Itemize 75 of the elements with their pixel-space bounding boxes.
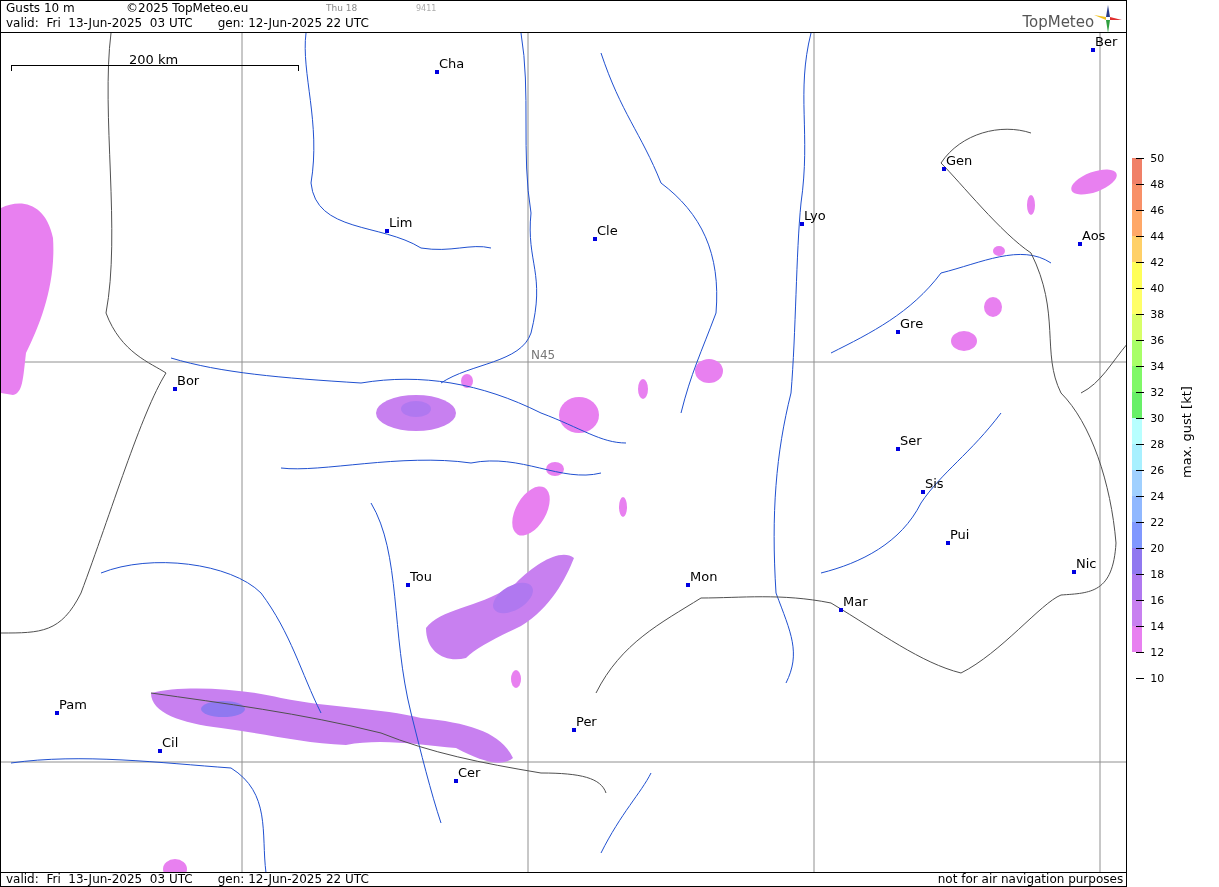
tick-mark [1136, 677, 1145, 679]
city-label: Bor [177, 372, 200, 389]
tick-mark [1136, 469, 1145, 471]
tick-mark [1136, 573, 1145, 575]
tick-label: 14 [1150, 619, 1165, 633]
tick-mark [1136, 599, 1145, 601]
logo-text: TopMeteo [1022, 12, 1095, 32]
tick-label: 50 [1150, 151, 1165, 165]
city-label: Cer [458, 764, 481, 781]
tick-mark [1136, 495, 1145, 497]
tick-label: 48 [1150, 177, 1165, 191]
tick-label: 12 [1150, 645, 1165, 659]
map-title: Gusts 10 m [6, 1, 76, 16]
code-label: 9411 [416, 3, 437, 15]
tick-mark [1136, 443, 1145, 445]
tick-mark [1136, 417, 1145, 419]
tick-mark [1136, 547, 1145, 549]
city-label: Lyo [804, 207, 826, 224]
valid-time: valid: Fri 13-Jun-2025 03 UTC [6, 873, 193, 886]
tick-label: 40 [1150, 281, 1165, 295]
tick-label: 24 [1150, 489, 1165, 503]
city-label: Mon [690, 568, 718, 585]
tick-mark [1136, 521, 1145, 523]
city-label: Mar [843, 593, 868, 610]
tick-mark [1136, 313, 1145, 315]
tick-mark [1136, 287, 1145, 289]
generated-time: gen: 12-Jun-2025 22 UTC [217, 16, 369, 31]
copyright-text: ©2025 TopMeteo.eu [126, 1, 250, 16]
city-label: Tou [410, 568, 432, 585]
city-label: Aos [1082, 227, 1106, 244]
city-label: Gen [946, 152, 973, 169]
tick-mark [1136, 183, 1145, 185]
city-label: Pui [950, 526, 970, 543]
city-label: Gre [900, 315, 924, 332]
tick-label: 44 [1150, 229, 1165, 243]
latitude-label: N45 [531, 347, 556, 362]
city-label: Sis [925, 475, 944, 492]
city-label: Cil [162, 734, 179, 751]
city-label: Ser [900, 432, 922, 449]
tick-mark [1136, 157, 1145, 159]
tick-mark [1136, 209, 1145, 211]
tick-label: 22 [1150, 515, 1165, 529]
tick-label: 26 [1150, 463, 1165, 477]
generated-time: gen: 12-Jun-2025 22 UTC [217, 873, 369, 886]
tick-mark [1136, 365, 1145, 367]
disclaimer-text: not for air navigation purposes [937, 873, 1125, 886]
tick-mark [1136, 339, 1145, 341]
day-label: Thu 18 [326, 2, 359, 15]
city-label: Nic [1076, 555, 1097, 572]
tick-label: 34 [1150, 359, 1165, 373]
city-label: Lim [389, 214, 413, 231]
scale-label: 200 km [129, 51, 179, 67]
tick-label: 28 [1150, 437, 1165, 451]
city-label: Cle [597, 222, 618, 239]
legend-title: max. gust [kt] [1179, 385, 1195, 478]
tick-label: 46 [1150, 203, 1165, 217]
tick-label: 30 [1150, 411, 1165, 425]
tick-label: 20 [1150, 541, 1165, 555]
tick-label: 10 [1150, 671, 1165, 685]
valid-time: valid: Fri 13-Jun-2025 03 UTC [6, 16, 193, 31]
tick-mark [1136, 651, 1145, 653]
city-label: Cha [439, 55, 465, 72]
tick-label: 16 [1150, 593, 1165, 607]
tick-mark [1136, 625, 1145, 627]
tick-label: 18 [1150, 567, 1165, 581]
city-label: Ber [1095, 33, 1118, 50]
tick-label: 36 [1150, 333, 1165, 347]
city-label: Pam [59, 696, 87, 713]
city-label: Per [576, 713, 597, 730]
tick-mark [1136, 235, 1145, 237]
tick-mark [1136, 391, 1145, 393]
tick-label: 42 [1150, 255, 1165, 269]
tick-label: 32 [1150, 385, 1165, 399]
tick-label: 38 [1150, 307, 1165, 321]
tick-mark [1136, 261, 1145, 263]
